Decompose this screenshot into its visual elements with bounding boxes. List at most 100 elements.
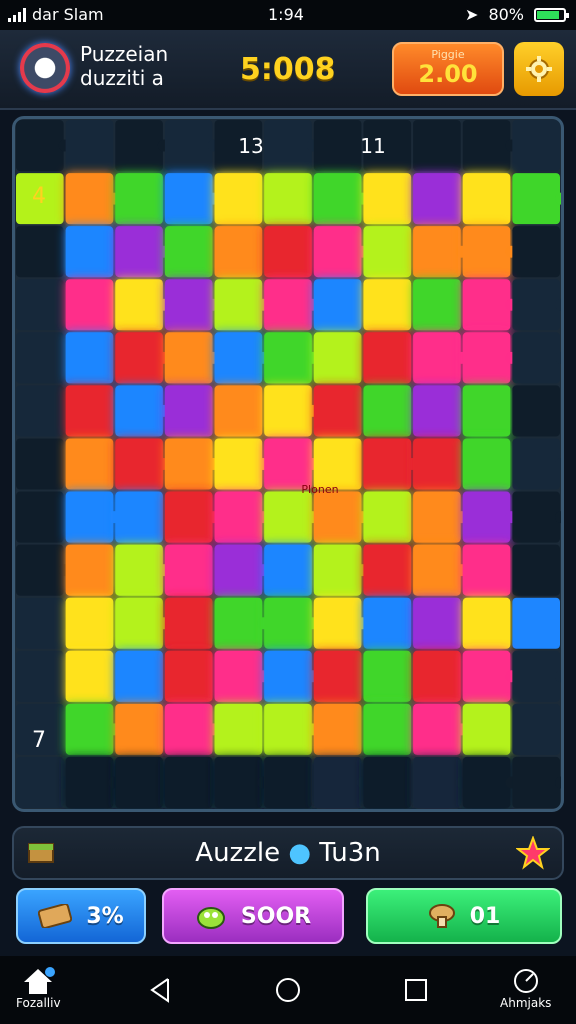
puzzle-piece[interactable]: [264, 332, 312, 384]
puzzle-piece[interactable]: [214, 173, 263, 225]
puzzle-piece[interactable]: [214, 650, 263, 702]
puzzle-piece[interactable]: [512, 173, 560, 225]
puzzle-piece[interactable]: [363, 756, 412, 808]
nav-achievements[interactable]: Ahmjaks: [500, 966, 551, 1010]
puzzle-piece[interactable]: [16, 756, 64, 808]
puzzle-piece[interactable]: [363, 438, 412, 490]
puzzle-piece[interactable]: [115, 332, 163, 384]
puzzle-piece[interactable]: [16, 279, 64, 331]
puzzle-piece[interactable]: [363, 279, 412, 331]
puzzle-piece[interactable]: [164, 544, 213, 596]
puzzle-piece[interactable]: [65, 650, 114, 702]
puzzle-piece[interactable]: [214, 385, 263, 437]
puzzle-piece[interactable]: [363, 544, 412, 596]
puzzle-piece[interactable]: [16, 385, 64, 437]
back-icon[interactable]: [148, 976, 172, 1004]
puzzle-piece[interactable]: [164, 650, 213, 702]
puzzle-piece[interactable]: [214, 332, 263, 384]
puzzle-piece[interactable]: [413, 650, 461, 702]
puzzle-piece[interactable]: [115, 650, 163, 702]
puzzle-piece[interactable]: [313, 491, 362, 543]
puzzle-piece[interactable]: [413, 438, 461, 490]
puzzle-piece[interactable]: [164, 491, 213, 543]
puzzle-piece[interactable]: [264, 756, 312, 808]
puzzle-piece[interactable]: [512, 597, 560, 649]
puzzle-piece[interactable]: [65, 597, 114, 649]
puzzle-piece[interactable]: [512, 756, 560, 808]
puzzle-piece[interactable]: [363, 703, 412, 755]
hint-button[interactable]: 3%: [16, 888, 146, 944]
puzzle-piece[interactable]: [65, 544, 114, 596]
puzzle-piece[interactable]: [115, 226, 163, 278]
puzzle-piece[interactable]: [16, 438, 64, 490]
puzzle-piece[interactable]: [512, 226, 560, 278]
puzzle-piece[interactable]: [413, 491, 461, 543]
puzzle-piece[interactable]: [16, 120, 64, 172]
puzzle-piece[interactable]: [214, 756, 263, 808]
puzzle-piece[interactable]: [512, 703, 560, 755]
puzzle-piece[interactable]: [65, 120, 114, 172]
puzzle-piece[interactable]: [313, 597, 362, 649]
puzzle-piece[interactable]: [65, 756, 114, 808]
puzzle-piece[interactable]: [313, 703, 362, 755]
puzzle-piece[interactable]: [462, 597, 511, 649]
puzzle-piece[interactable]: [313, 226, 362, 278]
puzzle-piece[interactable]: [512, 544, 560, 596]
puzzle-piece[interactable]: [512, 279, 560, 331]
puzzle-piece[interactable]: [512, 332, 560, 384]
puzzle-piece[interactable]: [115, 544, 163, 596]
puzzle-piece[interactable]: [264, 703, 312, 755]
puzzle-piece[interactable]: [164, 332, 213, 384]
puzzle-piece[interactable]: [313, 438, 362, 490]
puzzle-piece[interactable]: [462, 650, 511, 702]
puzzle-piece[interactable]: [164, 597, 213, 649]
puzzle-piece[interactable]: [214, 703, 263, 755]
puzzle-piece[interactable]: [65, 385, 114, 437]
puzzle-piece[interactable]: [164, 279, 213, 331]
puzzle-piece[interactable]: [264, 279, 312, 331]
puzzle-piece[interactable]: [313, 385, 362, 437]
puzzle-piece[interactable]: [264, 438, 312, 490]
puzzle-piece[interactable]: [413, 544, 461, 596]
moves-button[interactable]: 01: [366, 888, 562, 944]
puzzle-piece[interactable]: [164, 226, 213, 278]
puzzle-piece[interactable]: [65, 332, 114, 384]
puzzle-piece[interactable]: [16, 226, 64, 278]
puzzle-piece[interactable]: [462, 226, 511, 278]
puzzle-piece[interactable]: [164, 120, 213, 172]
puzzle-piece[interactable]: [413, 597, 461, 649]
puzzle-piece[interactable]: [214, 491, 263, 543]
puzzle-piece[interactable]: [16, 597, 64, 649]
puzzle-piece[interactable]: [363, 226, 412, 278]
puzzle-piece[interactable]: [462, 438, 511, 490]
puzzle-piece[interactable]: [16, 650, 64, 702]
puzzle-piece[interactable]: [313, 756, 362, 808]
puzzle-piece[interactable]: [115, 597, 163, 649]
score-button[interactable]: Piggie 2.00: [392, 42, 504, 96]
puzzle-piece[interactable]: [65, 279, 114, 331]
puzzle-piece[interactable]: [413, 756, 461, 808]
recents-icon[interactable]: [404, 978, 428, 1002]
puzzle-piece[interactable]: [313, 279, 362, 331]
puzzle-piece[interactable]: [462, 491, 511, 543]
puzzle-piece[interactable]: [164, 703, 213, 755]
puzzle-piece[interactable]: [164, 385, 213, 437]
puzzle-piece[interactable]: [462, 279, 511, 331]
puzzle-piece[interactable]: [264, 226, 312, 278]
puzzle-piece[interactable]: [512, 491, 560, 543]
settings-button[interactable]: [514, 42, 564, 96]
puzzle-piece[interactable]: [264, 173, 312, 225]
puzzle-piece[interactable]: [413, 173, 461, 225]
puzzle-piece[interactable]: [214, 597, 263, 649]
puzzle-piece[interactable]: [462, 332, 511, 384]
puzzle-piece[interactable]: [115, 279, 163, 331]
puzzle-piece[interactable]: [264, 120, 312, 172]
puzzle-piece[interactable]: [214, 279, 263, 331]
puzzle-piece[interactable]: [413, 385, 461, 437]
nav-home[interactable]: Fozalliv: [16, 966, 61, 1010]
puzzle-piece[interactable]: [264, 597, 312, 649]
puzzle-piece[interactable]: [214, 438, 263, 490]
puzzle-piece[interactable]: [115, 756, 163, 808]
puzzle-grid[interactable]: 13 11 4 7 Plonen: [15, 119, 561, 809]
puzzle-piece[interactable]: [363, 597, 412, 649]
